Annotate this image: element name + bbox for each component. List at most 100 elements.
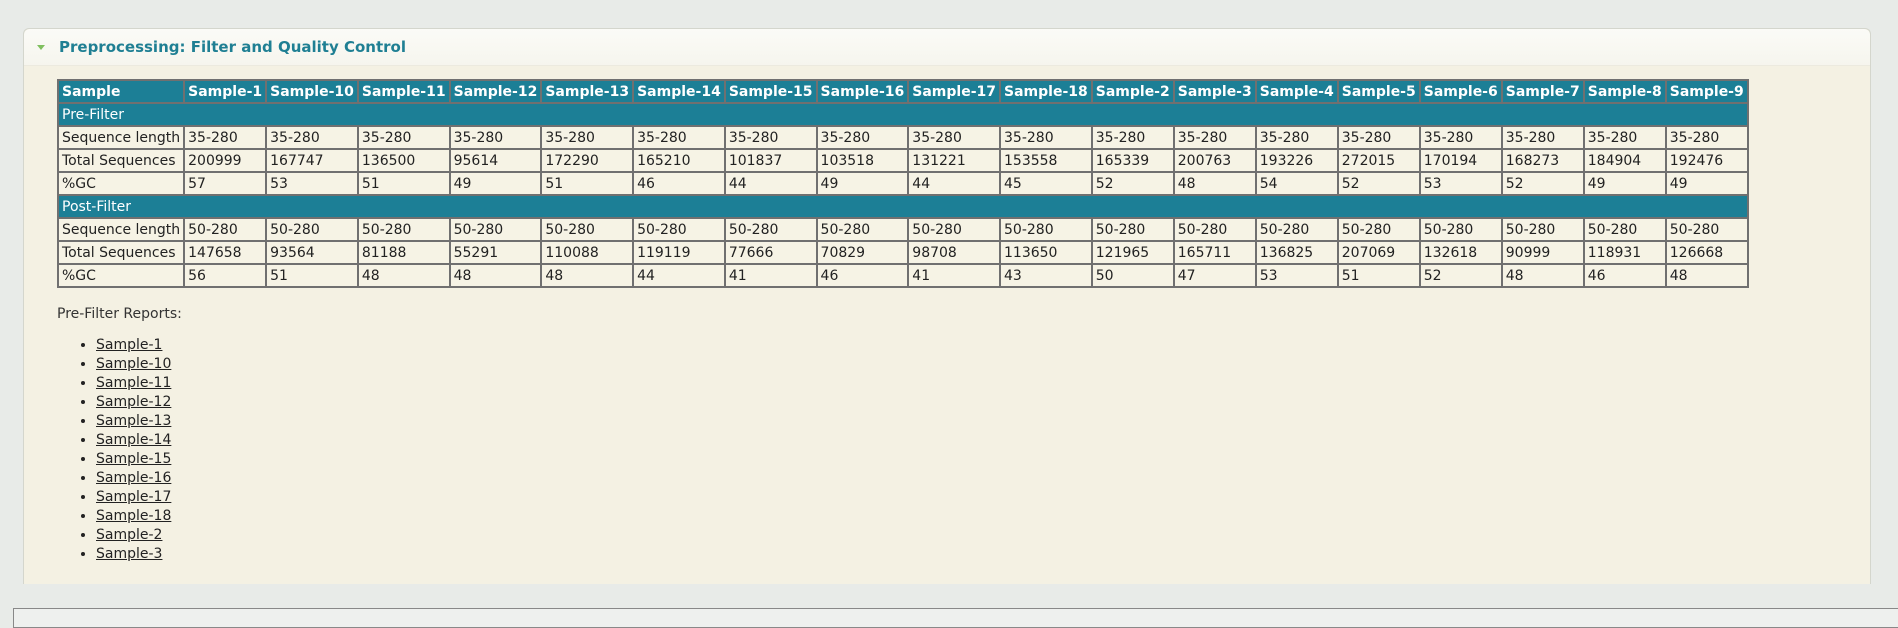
table-cell: 50-280: [1418, 217, 1503, 242]
table-cell: 35-280: [907, 125, 1002, 150]
table-cell: 101837: [723, 148, 818, 173]
reports-list: Sample-1 Sample-10 Sample-11 Sample-12 Sampl…: [57, 336, 1870, 564]
table-cell: 52: [1500, 171, 1585, 196]
table-cell: 35-280: [815, 125, 910, 150]
table-cell: 35-280: [1664, 125, 1749, 150]
table-cell: 165339: [1090, 148, 1175, 173]
table-cell: 54: [1254, 171, 1339, 196]
report-link[interactable]: Sample-2: [96, 527, 162, 543]
table-row: Sequence length 35-280 35-280 35-280 35-280 3…: [56, 125, 1749, 150]
list-item: Sample-1: [96, 336, 1870, 355]
table-cell: 48: [540, 263, 635, 288]
group-label: Post-Filter: [57, 194, 1749, 219]
table-cell: 165711: [1172, 240, 1257, 265]
section-title[interactable]: Preprocessing: Filter and Quality Contro…: [59, 38, 406, 56]
table-cell: 44: [907, 171, 1002, 196]
table-cell: 93564: [265, 240, 359, 265]
report-link[interactable]: Sample-1: [96, 337, 162, 353]
report-link[interactable]: Sample-12: [96, 394, 171, 410]
table-cell: 95614: [448, 148, 543, 173]
row-label: Total Sequences: [56, 148, 186, 173]
table-cell: 200999: [183, 148, 268, 173]
column-header: Sample-18: [999, 79, 1093, 104]
table-cell: 132618: [1418, 240, 1503, 265]
table-cell: 168273: [1500, 148, 1585, 173]
table-cell: 35-280: [1090, 125, 1175, 150]
table-cell: 51: [540, 171, 635, 196]
table-cell: 48: [1500, 263, 1585, 288]
column-header: Sample-9: [1664, 79, 1749, 104]
table-cell: 49: [1582, 171, 1667, 196]
table-cell: 41: [723, 263, 818, 288]
column-header: Sample-16: [815, 79, 910, 104]
table-cell: 55291: [448, 240, 543, 265]
column-header: Sample-14: [632, 79, 726, 104]
table-cell: 118931: [1582, 240, 1667, 265]
table-cell: 35-280: [265, 125, 359, 150]
table-cell: 50-280: [815, 217, 910, 242]
report-link[interactable]: Sample-3: [96, 546, 162, 562]
table-cell: 53: [265, 171, 359, 196]
report-link[interactable]: Sample-10: [96, 356, 171, 372]
table-cell: 35-280: [632, 125, 726, 150]
table-cell: 48: [356, 263, 451, 288]
list-item: Sample-15: [96, 450, 1870, 469]
table-cell: 103518: [815, 148, 910, 173]
table-cell: 170194: [1418, 148, 1503, 173]
group-label: Pre-Filter: [57, 102, 1749, 127]
table-cell: 47: [1172, 263, 1257, 288]
table-cell: 113650: [999, 240, 1093, 265]
table-cell: 43: [999, 263, 1093, 288]
row-label: Sequence length: [56, 217, 186, 242]
table-cell: 90999: [1500, 240, 1585, 265]
table-cell: 51: [1336, 263, 1421, 288]
table-cell: 41: [907, 263, 1002, 288]
table-cell: 48: [1172, 171, 1257, 196]
section-header[interactable]: Preprocessing: Filter and Quality Contro…: [24, 29, 1870, 66]
table-cell: 81188: [356, 240, 451, 265]
table-cell: 52: [1418, 263, 1503, 288]
table-cell: 48: [448, 263, 543, 288]
group-header-row: Post-Filter: [57, 194, 1749, 219]
table-row: %GC 56 51 48 48 48 44 41 46 41 43 50 47 53 51 52 48 46 48: [56, 263, 1749, 288]
table-cell: 50-280: [1664, 217, 1749, 242]
report-link[interactable]: Sample-16: [96, 470, 171, 486]
table-cell: 49: [1664, 171, 1749, 196]
table-cell: 147658: [183, 240, 268, 265]
column-header-sample: Sample: [56, 79, 186, 104]
report-link[interactable]: Sample-15: [96, 451, 171, 467]
table-cell: 50-280: [1254, 217, 1339, 242]
table-cell: 136825: [1254, 240, 1339, 265]
table-cell: 53: [1254, 263, 1339, 288]
table-cell: 52: [1090, 171, 1175, 196]
table-cell: 50-280: [1172, 217, 1257, 242]
report-link[interactable]: Sample-11: [96, 375, 171, 391]
column-header: Sample-15: [723, 79, 818, 104]
table-cell: 35-280: [1172, 125, 1257, 150]
report-link[interactable]: Sample-18: [96, 508, 171, 524]
column-header: Sample-5: [1336, 79, 1421, 104]
table-cell: 50-280: [907, 217, 1002, 242]
table-cell: 44: [632, 263, 726, 288]
table-cell: 35-280: [1336, 125, 1421, 150]
table-cell: 49: [448, 171, 543, 196]
table-cell: 35-280: [1500, 125, 1585, 150]
report-link[interactable]: Sample-14: [96, 432, 171, 448]
table-cell: 44: [723, 171, 818, 196]
column-header: Sample-13: [540, 79, 635, 104]
collapse-triangle-icon[interactable]: [37, 44, 45, 50]
table-cell: 52: [1336, 171, 1421, 196]
report-link[interactable]: Sample-13: [96, 413, 171, 429]
table-cell: 50-280: [183, 217, 268, 242]
table-cell: 50-280: [1500, 217, 1585, 242]
list-item: Sample-12: [96, 393, 1870, 412]
report-link[interactable]: Sample-17: [96, 489, 171, 505]
table-cell: 46: [1582, 263, 1667, 288]
column-header: Sample-11: [356, 79, 451, 104]
table-cell: 50-280: [540, 217, 635, 242]
table-cell: 35-280: [183, 125, 268, 150]
table-cell: 50-280: [1336, 217, 1421, 242]
table-row: Total Sequences 200999 167747 136500 95614 17…: [56, 148, 1749, 173]
table-cell: 50-280: [1090, 217, 1175, 242]
table-cell: 35-280: [356, 125, 451, 150]
